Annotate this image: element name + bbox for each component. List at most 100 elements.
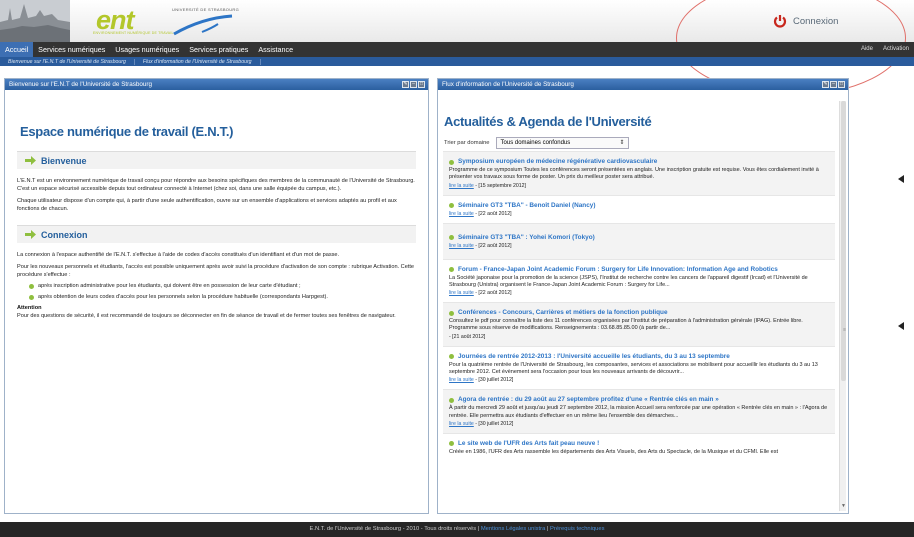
footer: E.N.T. de l'Université de Strasbourg - 2… xyxy=(0,522,914,537)
list-item: après inscription administrative pour le… xyxy=(29,283,416,290)
section-connexion-title: Connexion xyxy=(41,229,88,240)
read-more-link[interactable]: lire la suite xyxy=(449,183,474,189)
section-connexion: Connexion xyxy=(17,225,416,243)
welcome-panel-titlebar: Bienvenue sur l'E.N.T de l'Université de… xyxy=(5,79,428,90)
news-date: - [22 août 2012] xyxy=(475,242,512,249)
news-title-link[interactable]: Agora de rentrée : du 29 août au 27 sept… xyxy=(449,396,829,404)
subnav-flux[interactable]: Flux d'information de l'Université de St… xyxy=(135,58,261,65)
subnav-bienvenue[interactable]: Bienvenue sur l'E.N.T de l'Université de… xyxy=(0,58,135,65)
attention-title: Attention xyxy=(17,305,42,311)
news-title-link[interactable]: Séminaire GT3 "TBA" - Benoît Daniel (Nan… xyxy=(449,202,829,210)
news-title-link[interactable]: Symposium européen de médecine régénérat… xyxy=(449,158,829,166)
footer-legal-link[interactable]: Mentions Légales unistra xyxy=(481,526,545,532)
bienvenue-paragraph-2: Chaque utilisateur dispose d'un compte q… xyxy=(17,198,397,212)
news-title-link[interactable]: Forum - France-Japan Joint Academic Foru… xyxy=(449,266,829,274)
news-title-link[interactable]: Séminaire GT3 "TBA" : Yohei Komori (Toky… xyxy=(449,234,829,242)
news-date: - [21 août 2012] xyxy=(449,333,486,340)
nav-services-numeriques[interactable]: Services numériques xyxy=(33,42,110,57)
domain-select-value: Tous domaines confondus xyxy=(500,140,571,146)
sub-nav: Bienvenue sur l'E.N.T de l'Université de… xyxy=(0,57,914,66)
nav-activation[interactable]: Activation xyxy=(878,42,914,57)
read-more-link[interactable]: lire la suite xyxy=(449,290,474,296)
bullet-icon xyxy=(449,441,454,447)
welcome-panel: Bienvenue sur l'E.N.T de l'Université de… xyxy=(4,78,429,514)
footer-copyright: E.N.T. de l'Université de Strasbourg - 2… xyxy=(309,526,480,532)
news-item: Le site web de l'UFR des Arts fait peau … xyxy=(443,432,835,462)
news-title-link[interactable]: Le site web de l'UFR des Arts fait peau … xyxy=(449,440,829,448)
bullet-icon xyxy=(29,284,34,289)
news-meta: lire la suite - [22 août 2012] xyxy=(449,243,829,249)
news-description: Consultez le pdf pour connaître la liste… xyxy=(449,318,803,332)
panel-maximize-button[interactable]: □ xyxy=(838,80,845,88)
read-more-link[interactable]: lire la suite xyxy=(449,243,474,249)
bullet-icon xyxy=(29,295,34,300)
bezel-arrow-icon xyxy=(898,175,904,183)
university-logo-icon xyxy=(173,14,233,36)
news-date: - [30 juillet 2012] xyxy=(475,420,514,427)
news-scrollbar[interactable] xyxy=(839,101,846,511)
news-meta: lire la suite - [22 août 2012] xyxy=(449,290,829,296)
domain-select[interactable]: Tous domaines confondus ⇕ xyxy=(495,137,629,149)
nav-usages-numeriques[interactable]: Usages numériques xyxy=(110,42,184,57)
news-item: Journées de rentrée 2012-2013 : l'Univer… xyxy=(443,345,835,390)
ent-logo-subtitle: ENVIRONNEMENT NUMÉRIQUE DE TRAVAIL xyxy=(93,31,174,35)
bullet-icon xyxy=(449,203,454,209)
news-meta: lire la suite - [15 septembre 2012] xyxy=(449,183,829,189)
bullet-icon xyxy=(449,310,454,316)
read-more-link[interactable]: lire la suite xyxy=(449,421,474,427)
news-date: - [22 août 2012] xyxy=(475,290,512,297)
nav-accueil[interactable]: Accueil xyxy=(0,42,34,57)
page-title: Espace numérique de travail (E.N.T.) xyxy=(20,124,234,139)
news-description: La Société japonaise pour la promotion d… xyxy=(449,274,808,288)
panel-edit-button[interactable]: ✎ xyxy=(822,80,829,88)
news-heading: Actualités & Agenda de l'Université xyxy=(444,114,652,129)
bezel-arrow-icon xyxy=(898,322,904,330)
list-item: après obtention de leurs codes d'accès p… xyxy=(29,294,416,301)
scroll-down-icon[interactable]: ▼ xyxy=(841,503,846,509)
welcome-panel-title: Bienvenue sur l'E.N.T de l'Université de… xyxy=(9,81,152,88)
news-description: À partir du mercredi 29 août et jusqu'au… xyxy=(449,405,828,419)
panel-minimize-button[interactable]: – xyxy=(830,80,837,88)
news-title-link[interactable]: Journées de rentrée 2012-2013 : l'Univer… xyxy=(449,353,829,361)
connexion-paragraph: La connexion à l'espace authentifié de l… xyxy=(17,252,340,258)
domain-filter: Trier par domaine Tous domaines confondu… xyxy=(444,137,848,149)
news-meta: - [21 août 2012] xyxy=(449,334,829,340)
panel-edit-button[interactable]: ✎ xyxy=(402,80,409,88)
news-panel-titlebar: Flux d'information de l'Université de St… xyxy=(438,79,848,90)
nav-services-pratiques[interactable]: Services pratiques xyxy=(184,42,253,57)
section-bienvenue: Bienvenue xyxy=(17,151,416,169)
news-item: Séminaire GT3 "TBA" - Benoît Daniel (Nan… xyxy=(443,194,835,223)
nav-aide[interactable]: Aide xyxy=(856,42,878,57)
connexion-paragraph-2: Pour les nouveaux personnels et étudiant… xyxy=(17,264,415,278)
news-description: Créée en 1986, l'UFR des Arts rassemble … xyxy=(449,448,778,455)
arrow-right-icon xyxy=(25,156,36,165)
news-item: Séminaire GT3 "TBA" : Yohei Komori (Toky… xyxy=(443,222,835,259)
news-meta: lire la suite - [30 juillet 2012] xyxy=(449,421,829,427)
news-panel-title: Flux d'information de l'Université de St… xyxy=(442,81,574,88)
news-meta: lire la suite - [22 août 2012] xyxy=(449,211,829,217)
panel-maximize-button[interactable]: □ xyxy=(418,80,425,88)
bullet-icon xyxy=(449,159,454,165)
bullet-icon xyxy=(449,354,454,360)
read-more-link[interactable]: lire la suite xyxy=(449,211,474,217)
section-bienvenue-title: Bienvenue xyxy=(41,155,87,166)
main-nav: Accueil Services numériques Usages numér… xyxy=(0,42,914,57)
list-item-text: après inscription administrative pour le… xyxy=(38,283,301,289)
footer-prereq-link[interactable]: Prérequis techniques xyxy=(550,526,604,532)
scroll-grip-icon: ≡ xyxy=(843,327,846,333)
filter-label: Trier par domaine xyxy=(444,140,490,146)
scrollbar-thumb[interactable] xyxy=(841,101,846,381)
news-item: Forum - France-Japan Joint Academic Foru… xyxy=(443,258,835,303)
news-item: Agora de rentrée : du 29 août au 27 sept… xyxy=(443,389,835,433)
nav-assistance[interactable]: Assistance xyxy=(253,42,298,57)
news-item: Symposium européen de médecine régénérat… xyxy=(443,151,835,195)
news-panel: Flux d'information de l'Université de St… xyxy=(437,78,849,514)
news-date: - [30 juillet 2012] xyxy=(475,377,514,384)
panel-minimize-button[interactable]: – xyxy=(410,80,417,88)
bullet-icon xyxy=(449,235,454,241)
news-description: Programme de ce symposium Toutes les con… xyxy=(449,167,819,181)
read-more-link[interactable]: lire la suite xyxy=(449,377,474,383)
bullet-icon xyxy=(449,267,454,273)
list-item-text: après obtention de leurs codes d'accès p… xyxy=(38,294,328,300)
news-title-link[interactable]: Conférences - Concours, Carrières et mét… xyxy=(449,309,829,317)
